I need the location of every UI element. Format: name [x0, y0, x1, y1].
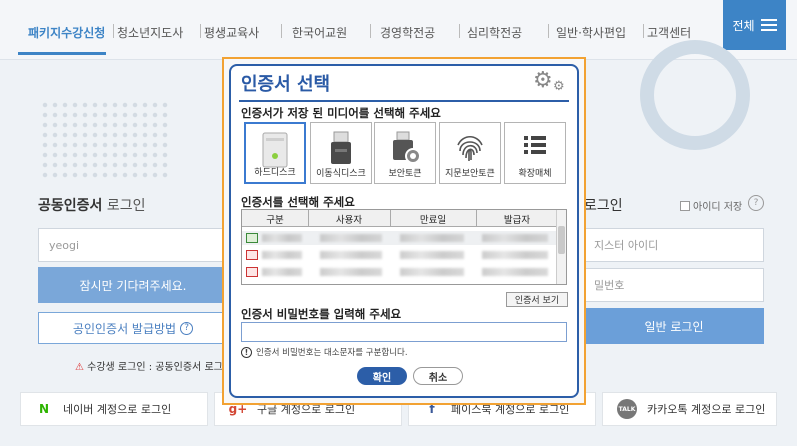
general-login-title: 로그인: [584, 198, 623, 214]
decor-circle: [640, 40, 750, 150]
table-header: 구분 사용자 만료일 발급자: [242, 210, 558, 227]
general-login-button[interactable]: 일반 로그인: [584, 308, 764, 344]
media-removable-disk[interactable]: 이동식디스크: [310, 122, 372, 184]
case-sensitivity-text: 인증서 비밀번호는 대소문자를 구분합니다.: [256, 348, 408, 358]
media-label: 지문보안토큰: [445, 169, 495, 179]
nav-separator: [370, 24, 371, 38]
case-sensitivity-note: ! 인증서 비밀번호는 대소문자를 구분합니다.: [241, 346, 408, 358]
certificate-table[interactable]: 구분 사용자 만료일 발급자: [241, 209, 567, 285]
column-header: 사용자: [335, 215, 363, 226]
decor-dots: [40, 100, 170, 180]
nav-item-transfer[interactable]: 일반·학사편입: [556, 24, 626, 41]
cert-prompt: 인증서를 선택해 주세요: [241, 195, 355, 209]
all-menu-label: 전체: [732, 18, 755, 33]
dialog-title-divider: [239, 100, 569, 102]
media-security-token[interactable]: 보안토큰: [374, 122, 436, 184]
media-label: 확장매체: [518, 169, 552, 179]
naver-login-button[interactable]: N 네이버 계정으로 로그인: [20, 392, 208, 426]
hamburger-icon: [760, 19, 777, 31]
nav-separator: [281, 24, 282, 38]
table-row[interactable]: [242, 231, 558, 245]
certificate-password-input[interactable]: [241, 322, 567, 342]
general-id-field[interactable]: 지스터 아이디: [584, 228, 764, 262]
warning-icon: ⚠: [75, 362, 84, 373]
nav-separator: [113, 24, 114, 38]
cancel-button[interactable]: 취소: [413, 367, 463, 385]
password-prompt: 인증서 비밀번호를 입력해 주세요: [241, 307, 402, 321]
fingerprint-icon: [457, 135, 483, 161]
cert-id-field[interactable]: yeogi: [38, 228, 228, 262]
column-header: 구분: [266, 215, 284, 226]
info-icon: !: [241, 346, 252, 358]
nav-separator: [200, 24, 201, 38]
scrollbar-thumb[interactable]: [558, 226, 565, 254]
all-menu-button[interactable]: 전체: [723, 0, 786, 50]
save-id-checkbox[interactable]: 아이디 저장: [680, 198, 742, 213]
kakao-talk-icon: TALK: [617, 399, 637, 419]
table-row[interactable]: [242, 248, 558, 262]
kakao-login-button[interactable]: TALK 카카오톡 계정으로 로그인: [602, 392, 777, 426]
kakao-login-label: 카카오톡 계정으로 로그인: [647, 403, 766, 416]
naver-login-label: 네이버 계정으로 로그인: [63, 403, 172, 416]
usb-drive-icon: [331, 131, 351, 164]
nav-item-youth[interactable]: 청소년지도사: [117, 24, 183, 41]
media-hard-disk[interactable]: 하드디스크: [244, 122, 306, 184]
help-icon: ?: [180, 321, 194, 335]
wait-button[interactable]: 잠시만 기다려주세요.: [38, 267, 228, 303]
column-header: 만료일: [419, 215, 447, 226]
hard-disk-icon: [262, 132, 288, 168]
nav-item-customer-center[interactable]: 고객센터: [647, 24, 691, 41]
checkbox-icon: [680, 200, 690, 211]
ok-button[interactable]: 확인: [357, 367, 407, 385]
table-scrollbar[interactable]: [556, 210, 566, 284]
help-icon[interactable]: ?: [748, 195, 764, 211]
naver-icon: N: [38, 402, 50, 416]
gear-icon[interactable]: ⚙: [533, 70, 553, 92]
save-id-label: 아이디 저장: [693, 202, 743, 213]
gear-small-icon: ⚙: [553, 79, 565, 94]
media-label: 보안토큰: [388, 169, 422, 179]
issue-method-button[interactable]: 공인인증서 발급방법 ?: [38, 312, 228, 344]
column-header: 발급자: [503, 215, 531, 226]
nav-separator: [548, 24, 549, 38]
nav-separator: [459, 24, 460, 38]
issue-method-label: 공인인증서 발급방법: [72, 321, 177, 336]
media-extension[interactable]: 확장매체: [504, 122, 566, 184]
media-prompt: 인증서가 저장 된 미디어를 선택해 주세요: [241, 106, 441, 120]
login-warning-text: 수강생 로그인 : 공동인증서 로그인: [87, 362, 233, 373]
list-icon: [524, 136, 546, 154]
nav-item-psychology[interactable]: 심리학전공: [467, 24, 522, 41]
table-row[interactable]: [242, 265, 558, 279]
general-pw-field[interactable]: 밀번호: [584, 268, 764, 302]
dialog-title: 인증서 선택: [241, 74, 331, 95]
media-label: 이동식디스크: [316, 169, 366, 179]
nav-separator: [643, 24, 644, 38]
nav-active-indicator: [18, 52, 106, 55]
view-certificate-button[interactable]: 인증서 보기: [506, 292, 568, 307]
nav-item-lifelong[interactable]: 평생교육사: [204, 24, 259, 41]
nav-item-korean-teacher[interactable]: 한국어교원: [292, 24, 347, 41]
cert-login-title: 공동인증서 로그인: [38, 198, 146, 214]
certificate-icon: [246, 233, 258, 243]
media-label: 하드디스크: [254, 168, 296, 178]
nav-item-package[interactable]: 패키지수강신청: [28, 24, 105, 41]
nav-item-business[interactable]: 경영학전공: [380, 24, 435, 41]
certificate-expired-icon: [246, 267, 258, 277]
media-fingerprint-token[interactable]: 지문보안토큰: [439, 122, 501, 184]
login-warning: ⚠ 수강생 로그인 : 공동인증서 로그인: [75, 358, 232, 373]
certificate-expired-icon: [246, 250, 258, 260]
security-token-icon: [393, 131, 421, 164]
certificate-select-dialog: 인증서 선택 ⚙ ⚙ 인증서가 저장 된 미디어를 선택해 주세요 하드디스크 …: [229, 64, 579, 398]
